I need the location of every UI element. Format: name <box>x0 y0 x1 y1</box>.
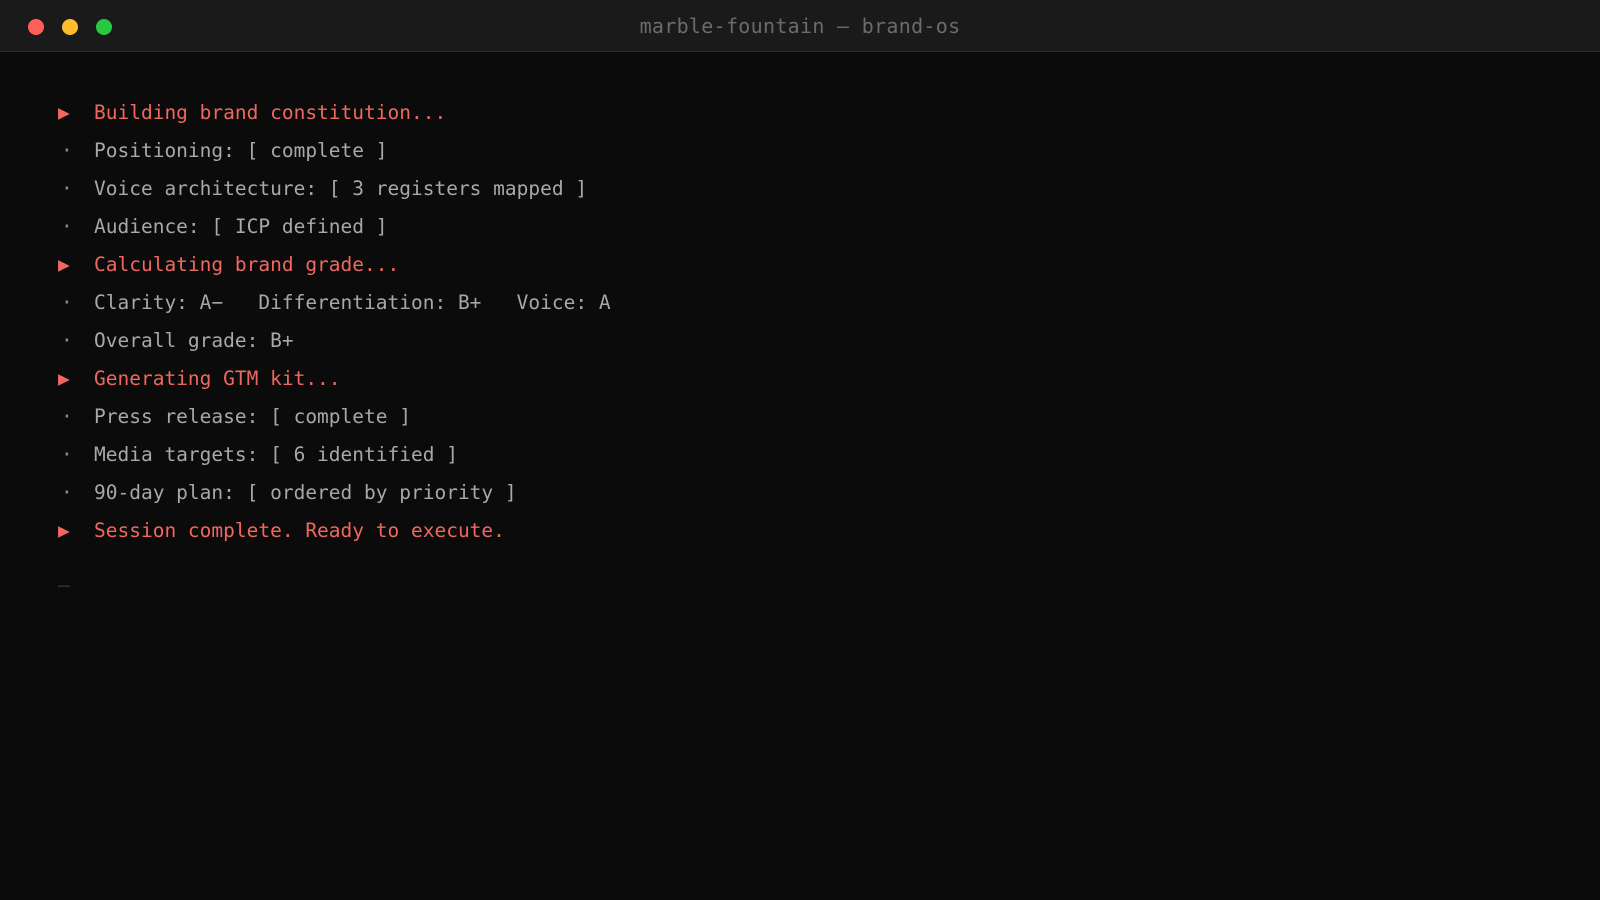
terminal-info-line: · Voice architecture: [ 3 registers mappe… <box>58 169 1560 207</box>
bullet-dot-icon: · <box>61 176 73 200</box>
terminal-output[interactable]: ▶ Building brand constitution... · Position… <box>58 93 1560 595</box>
terminal-line-text: Calculating brand grade... <box>94 252 400 276</box>
bullet-dot-icon: · <box>61 138 73 162</box>
terminal-info-line: · 90-day plan: [ ordered by priority ] <box>58 473 1560 511</box>
terminal-line-text: Voice architecture: [ 3 registers mapped… <box>94 176 588 200</box>
terminal-step-line: ▶ Calculating brand grade... <box>58 245 1560 283</box>
terminal-line-text: Press release: [ complete ] <box>94 404 411 428</box>
play-arrow-icon: ▶ <box>58 518 70 542</box>
play-arrow-icon: ▶ <box>58 252 70 276</box>
terminal-info-line: · Media targets: [ 6 identified ] <box>58 435 1560 473</box>
bullet-dot-icon: · <box>61 328 73 352</box>
title-bar: marble-fountain — brand-os <box>0 0 1600 52</box>
terminal-info-line: · Press release: [ complete ] <box>58 397 1560 435</box>
window-title: marble-fountain — brand-os <box>639 14 961 38</box>
terminal-step-line: ▶ Building brand constitution... <box>58 93 1560 131</box>
terminal-line-text: Audience: [ ICP defined ] <box>94 214 388 238</box>
text-cursor: _ <box>58 563 70 587</box>
bullet-dot-icon: · <box>61 442 73 466</box>
prompt-line[interactable]: _ <box>58 555 1560 595</box>
terminal-line-text: Clarity: A− Differentiation: B+ Voice: A <box>94 290 611 314</box>
terminal-window: marble-fountain — brand-os ▶ Building bra… <box>0 0 1600 900</box>
terminal-step-line: ▶ Generating GTM kit... <box>58 359 1560 397</box>
terminal-info-line: · Positioning: [ complete ] <box>58 131 1560 169</box>
terminal-line-text: Session complete. Ready to execute. <box>94 518 505 542</box>
terminal-line-text: Positioning: [ complete ] <box>94 138 388 162</box>
bullet-dot-icon: · <box>61 480 73 504</box>
terminal-line-text: Generating GTM kit... <box>94 366 341 390</box>
play-arrow-icon: ▶ <box>58 366 70 390</box>
terminal-info-line: · Audience: [ ICP defined ] <box>58 207 1560 245</box>
terminal-line-text: Building brand constitution... <box>94 100 447 124</box>
terminal-info-line: · Clarity: A− Differentiation: B+ Voice: … <box>58 283 1560 321</box>
terminal-line-text: Media targets: [ 6 identified ] <box>94 442 458 466</box>
terminal-step-line: ▶ Session complete. Ready to execute. <box>58 511 1560 549</box>
play-arrow-icon: ▶ <box>58 100 70 124</box>
terminal-info-line: · Overall grade: B+ <box>58 321 1560 359</box>
bullet-dot-icon: · <box>61 214 73 238</box>
bullet-dot-icon: · <box>61 290 73 314</box>
terminal-line-text: Overall grade: B+ <box>94 328 294 352</box>
bullet-dot-icon: · <box>61 404 73 428</box>
terminal-line-text: 90-day plan: [ ordered by priority ] <box>94 480 517 504</box>
